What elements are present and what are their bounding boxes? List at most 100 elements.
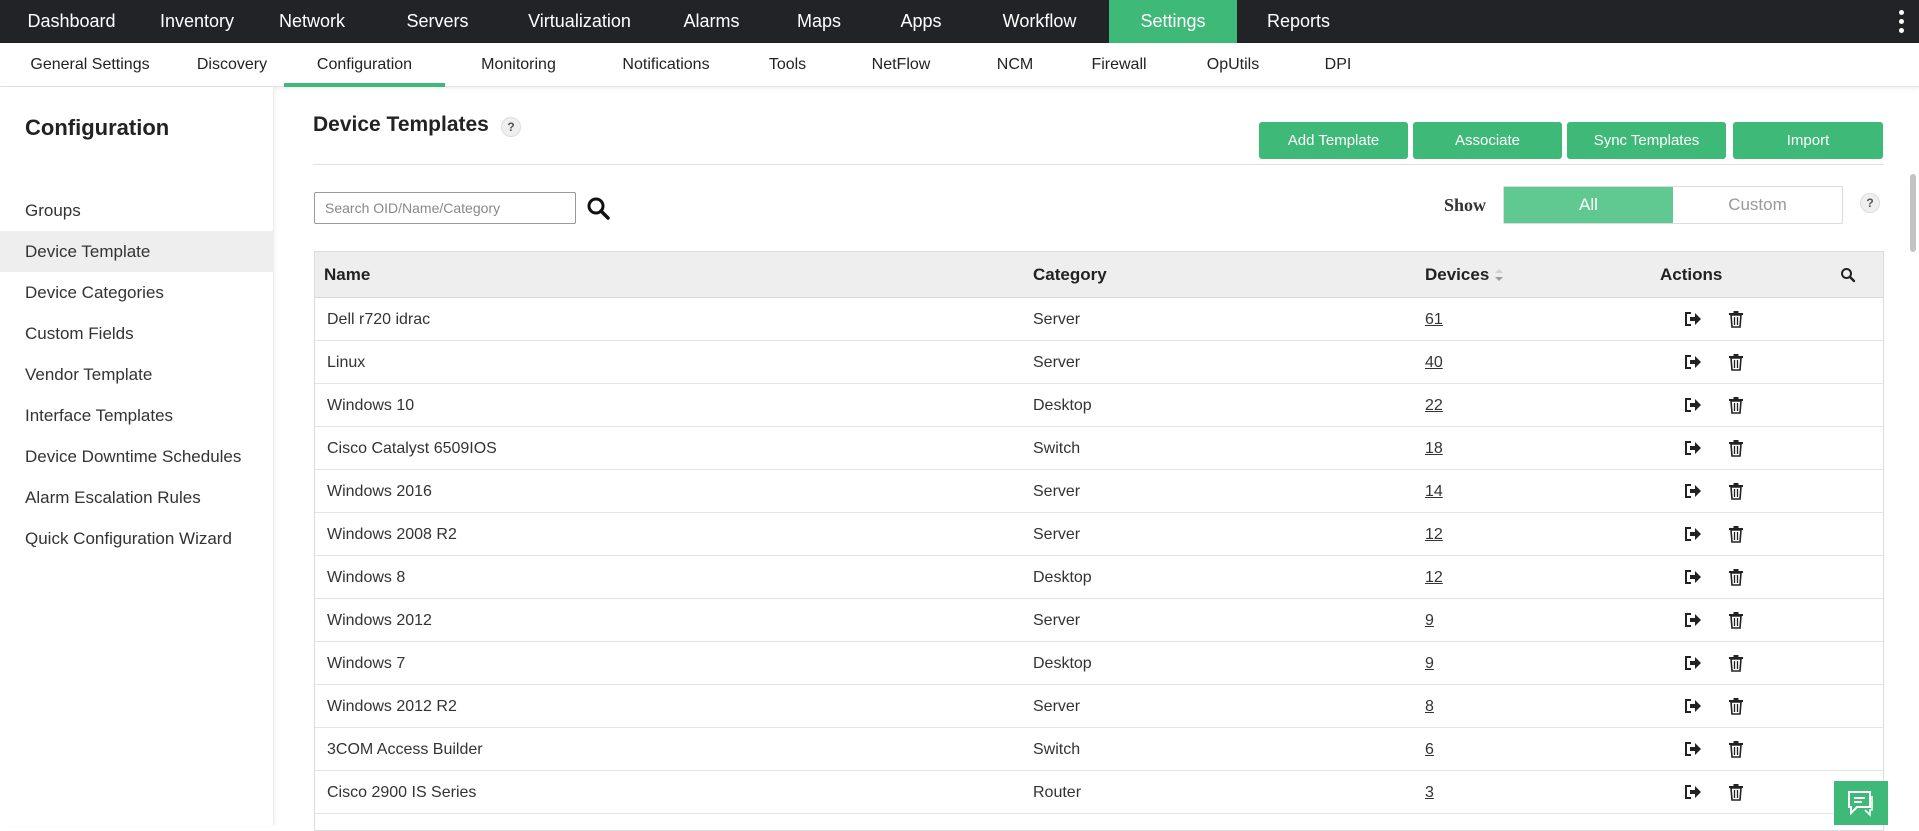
- table-row[interactable]: Windows 10 Desktop 22: [315, 384, 1883, 427]
- show-all-option[interactable]: All: [1504, 187, 1673, 223]
- sub-nav-tab-firewall[interactable]: Firewall: [1063, 43, 1175, 87]
- cell-devices-link[interactable]: 18: [1425, 427, 1443, 470]
- associate-icon[interactable]: [1683, 782, 1703, 802]
- trash-icon[interactable]: [1726, 696, 1746, 716]
- trash-icon[interactable]: [1726, 481, 1746, 501]
- associate-button[interactable]: Associate: [1413, 122, 1562, 159]
- top-nav-tab-servers[interactable]: Servers: [373, 0, 502, 43]
- table-row[interactable]: Windows 7 Desktop 9: [315, 642, 1883, 685]
- associate-icon[interactable]: [1683, 395, 1703, 415]
- table-row[interactable]: Windows 2016 Server 14: [315, 470, 1883, 513]
- cell-name[interactable]: Windows 2008 R2: [327, 513, 457, 556]
- sidebar-item-vendor-template[interactable]: Vendor Template: [0, 354, 274, 395]
- sub-nav-tab-ncm[interactable]: NCM: [967, 43, 1063, 87]
- trash-icon[interactable]: [1726, 567, 1746, 587]
- cell-name[interactable]: Dell r720 idrac: [327, 298, 430, 341]
- column-header-devices[interactable]: Devices: [1425, 252, 1505, 298]
- sub-nav-tab-discovery[interactable]: Discovery: [180, 43, 284, 87]
- cell-devices-link[interactable]: 22: [1425, 384, 1443, 427]
- sidebar-item-device-downtime-schedules[interactable]: Device Downtime Schedules: [0, 436, 274, 477]
- sub-nav-tab-configuration[interactable]: Configuration: [284, 43, 445, 87]
- associate-icon[interactable]: [1683, 610, 1703, 630]
- associate-icon[interactable]: [1683, 524, 1703, 544]
- top-nav-tab-dashboard[interactable]: Dashboard: [0, 0, 143, 43]
- top-nav-tab-virtualization[interactable]: Virtualization: [502, 0, 657, 43]
- table-row[interactable]: Dell r720 idrac Server 61: [315, 298, 1883, 341]
- associate-icon[interactable]: [1683, 653, 1703, 673]
- top-nav-tab-inventory[interactable]: Inventory: [143, 0, 251, 43]
- trash-icon[interactable]: [1726, 395, 1746, 415]
- associate-icon[interactable]: [1683, 696, 1703, 716]
- associate-icon[interactable]: [1683, 567, 1703, 587]
- sidebar-item-groups[interactable]: Groups: [0, 190, 274, 231]
- cell-devices-link[interactable]: 9: [1425, 599, 1434, 642]
- trash-icon[interactable]: [1726, 524, 1746, 544]
- associate-icon[interactable]: [1683, 739, 1703, 759]
- sidebar-item-device-categories[interactable]: Device Categories: [0, 272, 274, 313]
- cell-devices-link[interactable]: 3: [1425, 771, 1434, 814]
- sync-templates-button[interactable]: Sync Templates: [1567, 122, 1726, 159]
- associate-icon[interactable]: [1683, 481, 1703, 501]
- cell-devices-link[interactable]: 61: [1425, 298, 1443, 341]
- top-nav-tab-maps[interactable]: Maps: [766, 0, 872, 43]
- trash-icon[interactable]: [1726, 309, 1746, 329]
- trash-icon[interactable]: [1726, 352, 1746, 372]
- sidebar-item-device-template[interactable]: Device Template: [0, 231, 274, 272]
- trash-icon[interactable]: [1726, 438, 1746, 458]
- sidebar-item-interface-templates[interactable]: Interface Templates: [0, 395, 274, 436]
- trash-icon[interactable]: [1726, 610, 1746, 630]
- trash-icon[interactable]: [1726, 782, 1746, 802]
- chat-icon[interactable]: [1834, 781, 1888, 825]
- sub-nav-tab-general-settings[interactable]: General Settings: [0, 43, 180, 87]
- search-icon[interactable]: [584, 194, 612, 222]
- cell-devices-link[interactable]: 12: [1425, 513, 1443, 556]
- top-nav-tab-reports[interactable]: Reports: [1237, 0, 1360, 43]
- sub-nav-tab-monitoring[interactable]: Monitoring: [445, 43, 592, 87]
- cell-devices-link[interactable]: 14: [1425, 470, 1443, 513]
- sub-nav-tab-dpi[interactable]: DPI: [1291, 43, 1385, 87]
- add-template-button[interactable]: Add Template: [1259, 122, 1408, 159]
- sidebar-item-quick-configuration-wizard[interactable]: Quick Configuration Wizard: [0, 518, 274, 559]
- top-nav-tab-network[interactable]: Network: [251, 0, 373, 43]
- cell-name[interactable]: Windows 2012 R2: [327, 685, 457, 728]
- sub-nav-tab-notifications[interactable]: Notifications: [592, 43, 740, 87]
- trash-icon[interactable]: [1726, 739, 1746, 759]
- column-search-icon[interactable]: [1840, 252, 1856, 298]
- cell-name[interactable]: Windows 8: [327, 556, 405, 599]
- table-row[interactable]: Windows 8 Desktop 12: [315, 556, 1883, 599]
- import-button[interactable]: Import: [1733, 122, 1883, 159]
- table-row[interactable]: Linux Server 40: [315, 341, 1883, 384]
- associate-icon[interactable]: [1683, 438, 1703, 458]
- cell-name[interactable]: Windows 7: [327, 642, 405, 685]
- table-row[interactable]: Windows 2012 Server 9: [315, 599, 1883, 642]
- trash-icon[interactable]: [1726, 653, 1746, 673]
- table-row[interactable]: Cisco Catalyst 6509IOS Switch 18: [315, 427, 1883, 470]
- cell-name[interactable]: Windows 2012: [327, 599, 432, 642]
- column-header-category[interactable]: Category: [1033, 252, 1107, 298]
- sub-nav-tab-oputils[interactable]: OpUtils: [1175, 43, 1291, 87]
- cell-devices-link[interactable]: 40: [1425, 341, 1443, 384]
- cell-devices-link[interactable]: 12: [1425, 556, 1443, 599]
- sub-nav-tab-netflow[interactable]: NetFlow: [835, 43, 967, 87]
- search-input[interactable]: [314, 192, 576, 224]
- top-nav-tab-alarms[interactable]: Alarms: [657, 0, 766, 43]
- sidebar-item-custom-fields[interactable]: Custom Fields: [0, 313, 274, 354]
- top-nav-tab-workflow[interactable]: Workflow: [970, 0, 1109, 43]
- show-filter-help-icon[interactable]: ?: [1860, 193, 1880, 213]
- table-row[interactable]: Windows 2008 R2 Server 12: [315, 513, 1883, 556]
- show-custom-option[interactable]: Custom: [1673, 187, 1842, 223]
- column-header-name[interactable]: Name: [324, 252, 370, 298]
- cell-name[interactable]: Windows 10: [327, 384, 414, 427]
- sub-nav-tab-tools[interactable]: Tools: [740, 43, 835, 87]
- table-row[interactable]: Windows 2012 R2 Server 8: [315, 685, 1883, 728]
- cell-devices-link[interactable]: 8: [1425, 685, 1434, 728]
- table-row[interactable]: 3COM Access Builder Switch 6: [315, 728, 1883, 771]
- table-row[interactable]: Cisco 2900 IS Series Router 3: [315, 771, 1883, 814]
- page-scrollbar-thumb[interactable]: [1910, 174, 1916, 252]
- top-nav-tab-settings[interactable]: Settings: [1109, 0, 1237, 43]
- cell-name[interactable]: Windows 2016: [327, 470, 432, 513]
- cell-name[interactable]: Linux: [327, 341, 365, 384]
- cell-name[interactable]: Cisco Catalyst 6509IOS: [327, 427, 497, 470]
- associate-icon[interactable]: [1683, 352, 1703, 372]
- cell-devices-link[interactable]: 9: [1425, 642, 1434, 685]
